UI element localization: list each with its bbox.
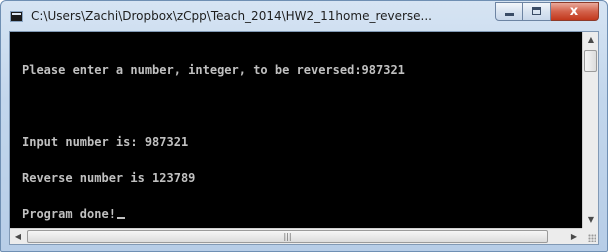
maximize-button[interactable] (523, 2, 551, 21)
console-line: Input number is: 987321 (22, 135, 189, 149)
horizontal-scrollbar[interactable]: ◀ ||| ▶ (10, 228, 582, 244)
console-window: C:\Users\Zachi\Dropbox\zCpp\Teach_2014\H… (0, 0, 608, 252)
console-app-icon[interactable] (10, 11, 23, 22)
left-arrow-icon[interactable]: ◀ (10, 229, 26, 245)
resize-grip[interactable] (582, 228, 598, 244)
console-client-area: Please enter a number, integer, to be re… (9, 31, 599, 245)
console-output[interactable]: Please enter a number, integer, to be re… (10, 32, 582, 228)
grip-icon: ||| (283, 232, 292, 241)
right-arrow-icon[interactable]: ▶ (566, 229, 582, 245)
console-line: Please enter a number, integer, to be re… (22, 63, 405, 77)
minimize-button[interactable] (495, 2, 523, 21)
down-arrow-icon[interactable]: ▼ (583, 212, 599, 228)
horizontal-scroll-thumb[interactable]: ||| (27, 230, 548, 243)
console-prompt-line: Program done! (22, 208, 582, 220)
vertical-scroll-thumb[interactable] (584, 50, 597, 72)
vertical-scrollbar[interactable]: ▲ ▼ (582, 32, 598, 228)
close-button[interactable]: x (551, 2, 599, 21)
text-cursor (116, 217, 125, 219)
up-arrow-icon[interactable]: ▲ (583, 32, 599, 48)
maximize-icon (532, 7, 541, 15)
window-title: C:\Users\Zachi\Dropbox\zCpp\Teach_2014\H… (31, 9, 432, 23)
console-line: Program done! (22, 207, 116, 221)
close-icon: x (569, 4, 579, 19)
console-line: Reverse number is 123789 (22, 171, 196, 185)
minimize-icon (505, 13, 514, 16)
title-bar[interactable]: C:\Users\Zachi\Dropbox\zCpp\Teach_2014\H… (1, 1, 607, 31)
